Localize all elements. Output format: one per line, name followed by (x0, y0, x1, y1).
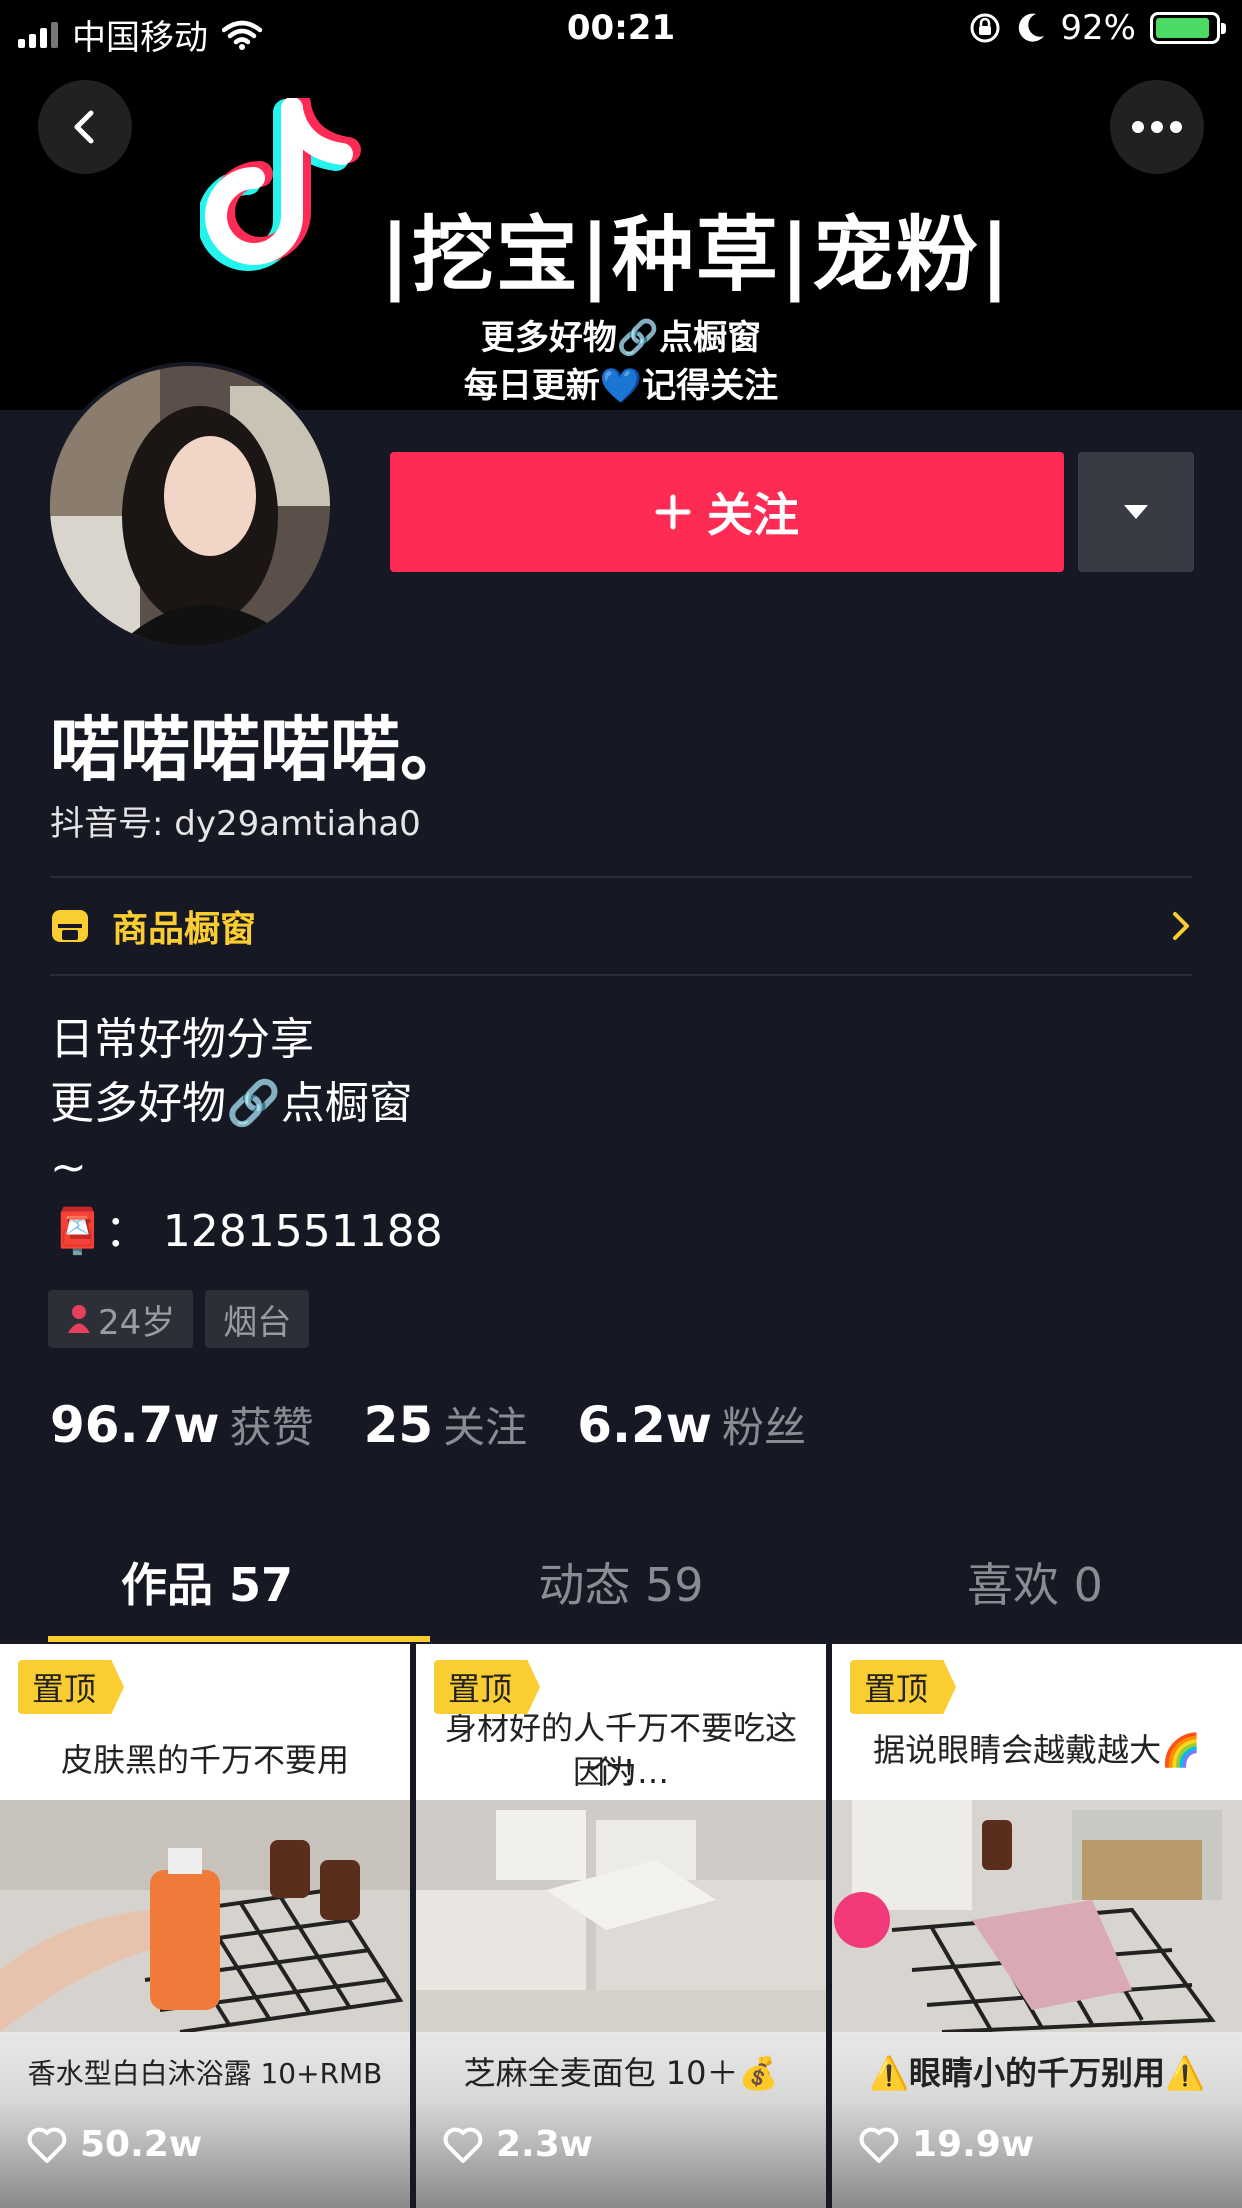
video-subtitle: 香水型白白沐浴露 10+RMB (27, 2057, 383, 2090)
douyin-id: 抖音号: dy29amtiaha0 (50, 804, 421, 844)
video-thumbnail (416, 1800, 826, 2032)
tiktok-logo (200, 98, 361, 271)
video-thumbnail (0, 1800, 410, 2032)
shop-icon (52, 910, 88, 942)
bio-line: ~ (50, 1142, 87, 1193)
video-grid: 皮肤黑的千万不要用 香水型白白沐浴露 10+RMB 置顶 50.2w 身材好的人… (0, 1644, 1242, 2208)
battery-icon (1150, 12, 1226, 44)
video-subtitle: ⚠️眼睛小的千万别用⚠️ (869, 2054, 1205, 2092)
location-tag: 烟台 (205, 1290, 310, 1348)
stat-label: 关注 (443, 1403, 528, 1452)
stat-value: 96.7w (50, 1396, 220, 1454)
video-caption: 据说眼睛会越戴越大🌈 (873, 1731, 1201, 1769)
caret-down-icon (1124, 505, 1148, 519)
bio-line: 更多好物🔗点橱窗 (50, 1078, 413, 1129)
video-caption: 皮肤黑的千万不要用 (60, 1741, 349, 1779)
divider (50, 974, 1192, 976)
profile-name: 喏喏喏喏喏。 (50, 709, 470, 791)
likes-count: 50.2w (80, 2124, 203, 2165)
profile-banner: |挖宝|种草|宠粉| 更多好物🔗点橱窗 每日更新💙记得关注 (0, 0, 1242, 410)
bio-line: 日常好物分享 (50, 1014, 314, 1065)
heart-icon (27, 2127, 67, 2163)
age-tag: 24岁 (48, 1290, 194, 1348)
age-label: 24岁 (98, 1302, 176, 1343)
likes-count: 2.3w (496, 2124, 594, 2165)
status-bar: 中国移动 00:21 92% (0, 0, 1242, 60)
likes-count: 19.9w (912, 2124, 1035, 2165)
avatar[interactable] (46, 362, 334, 650)
following-stat[interactable]: 25 关注 (364, 1394, 528, 1455)
stat-value: 6.2w (577, 1396, 712, 1454)
female-icon (68, 1305, 90, 1333)
recommend-dropdown-button[interactable] (1078, 452, 1194, 572)
heart-icon (443, 2127, 483, 2163)
pinned-badge: 置顶 (18, 1660, 125, 1714)
video-likes: 2.3w (442, 2124, 593, 2165)
video-likes: 50.2w (26, 2124, 202, 2165)
bio-line: 📮： 1281551188 (50, 1206, 443, 1257)
video-subtitle: 芝麻全麦面包 10＋💰 (463, 2054, 779, 2092)
profile-tags: 24岁 烟台 (48, 1290, 310, 1348)
avatar-photo (50, 366, 330, 646)
heart-icon (859, 2127, 899, 2163)
moon-icon (1019, 13, 1045, 42)
video-thumbnail (832, 1800, 1242, 2032)
back-button[interactable] (38, 80, 132, 174)
chevron-right-icon (1173, 912, 1189, 940)
shop-label: 商品橱窗 (112, 909, 257, 950)
more-button[interactable] (1110, 80, 1204, 174)
follow-label: 关注 (707, 488, 799, 542)
plus-icon (655, 494, 691, 530)
video-card[interactable]: 据说眼睛会越戴越大🌈 ⚠️眼睛小的千万别用⚠️ 置顶 19.9w (832, 1644, 1242, 2208)
content-tabs: 作品 57 动态 59 喜欢 0 (0, 1540, 1242, 1644)
profile-stats: 96.7w 获赞 25 关注 6.2w 粉丝 (50, 1394, 856, 1455)
video-card[interactable]: 皮肤黑的千万不要用 香水型白白沐浴露 10+RMB 置顶 50.2w (0, 1644, 410, 2208)
video-card[interactable]: 身材好的人千万不要吃这个！ 因为… 芝麻全麦面包 10＋💰 置顶 2.3w (416, 1644, 826, 2208)
pinned-badge: 置顶 (434, 1660, 541, 1714)
more-dots-icon (1132, 121, 1182, 133)
banner-title: |挖宝|种草|宠粉| (380, 208, 1012, 303)
battery-percent: 92% (1060, 8, 1136, 48)
location-label: 烟台 (223, 1302, 292, 1343)
profile-bio: 日常好物分享 更多好物🔗点橱窗 ~ 📮： 1281551188 (50, 1008, 443, 1264)
banner-line-1: 更多好物🔗点橱窗 (480, 318, 762, 358)
stat-value: 25 (363, 1396, 434, 1454)
likes-stat: 96.7w 获赞 (50, 1394, 314, 1455)
pinned-badge: 置顶 (850, 1660, 957, 1714)
active-tab-indicator (48, 1636, 430, 1642)
chevron-left-icon (74, 110, 94, 144)
stat-label: 获赞 (229, 1403, 314, 1452)
video-likes: 19.9w (858, 2124, 1034, 2165)
stat-label: 粉丝 (721, 1403, 806, 1452)
rotation-lock-icon (970, 13, 1000, 43)
follow-button[interactable]: 关注 (390, 452, 1064, 572)
tab-moments[interactable]: 动态 59 (414, 1540, 828, 1644)
followers-stat[interactable]: 6.2w 粉丝 (577, 1394, 806, 1455)
battery-level (1156, 18, 1210, 38)
tab-likes[interactable]: 喜欢 0 (828, 1540, 1242, 1644)
product-showcase-row[interactable]: 商品橱窗 (50, 878, 1192, 974)
tab-works[interactable]: 作品 57 (0, 1540, 414, 1644)
video-caption-line2: 因为… (572, 1753, 669, 1791)
